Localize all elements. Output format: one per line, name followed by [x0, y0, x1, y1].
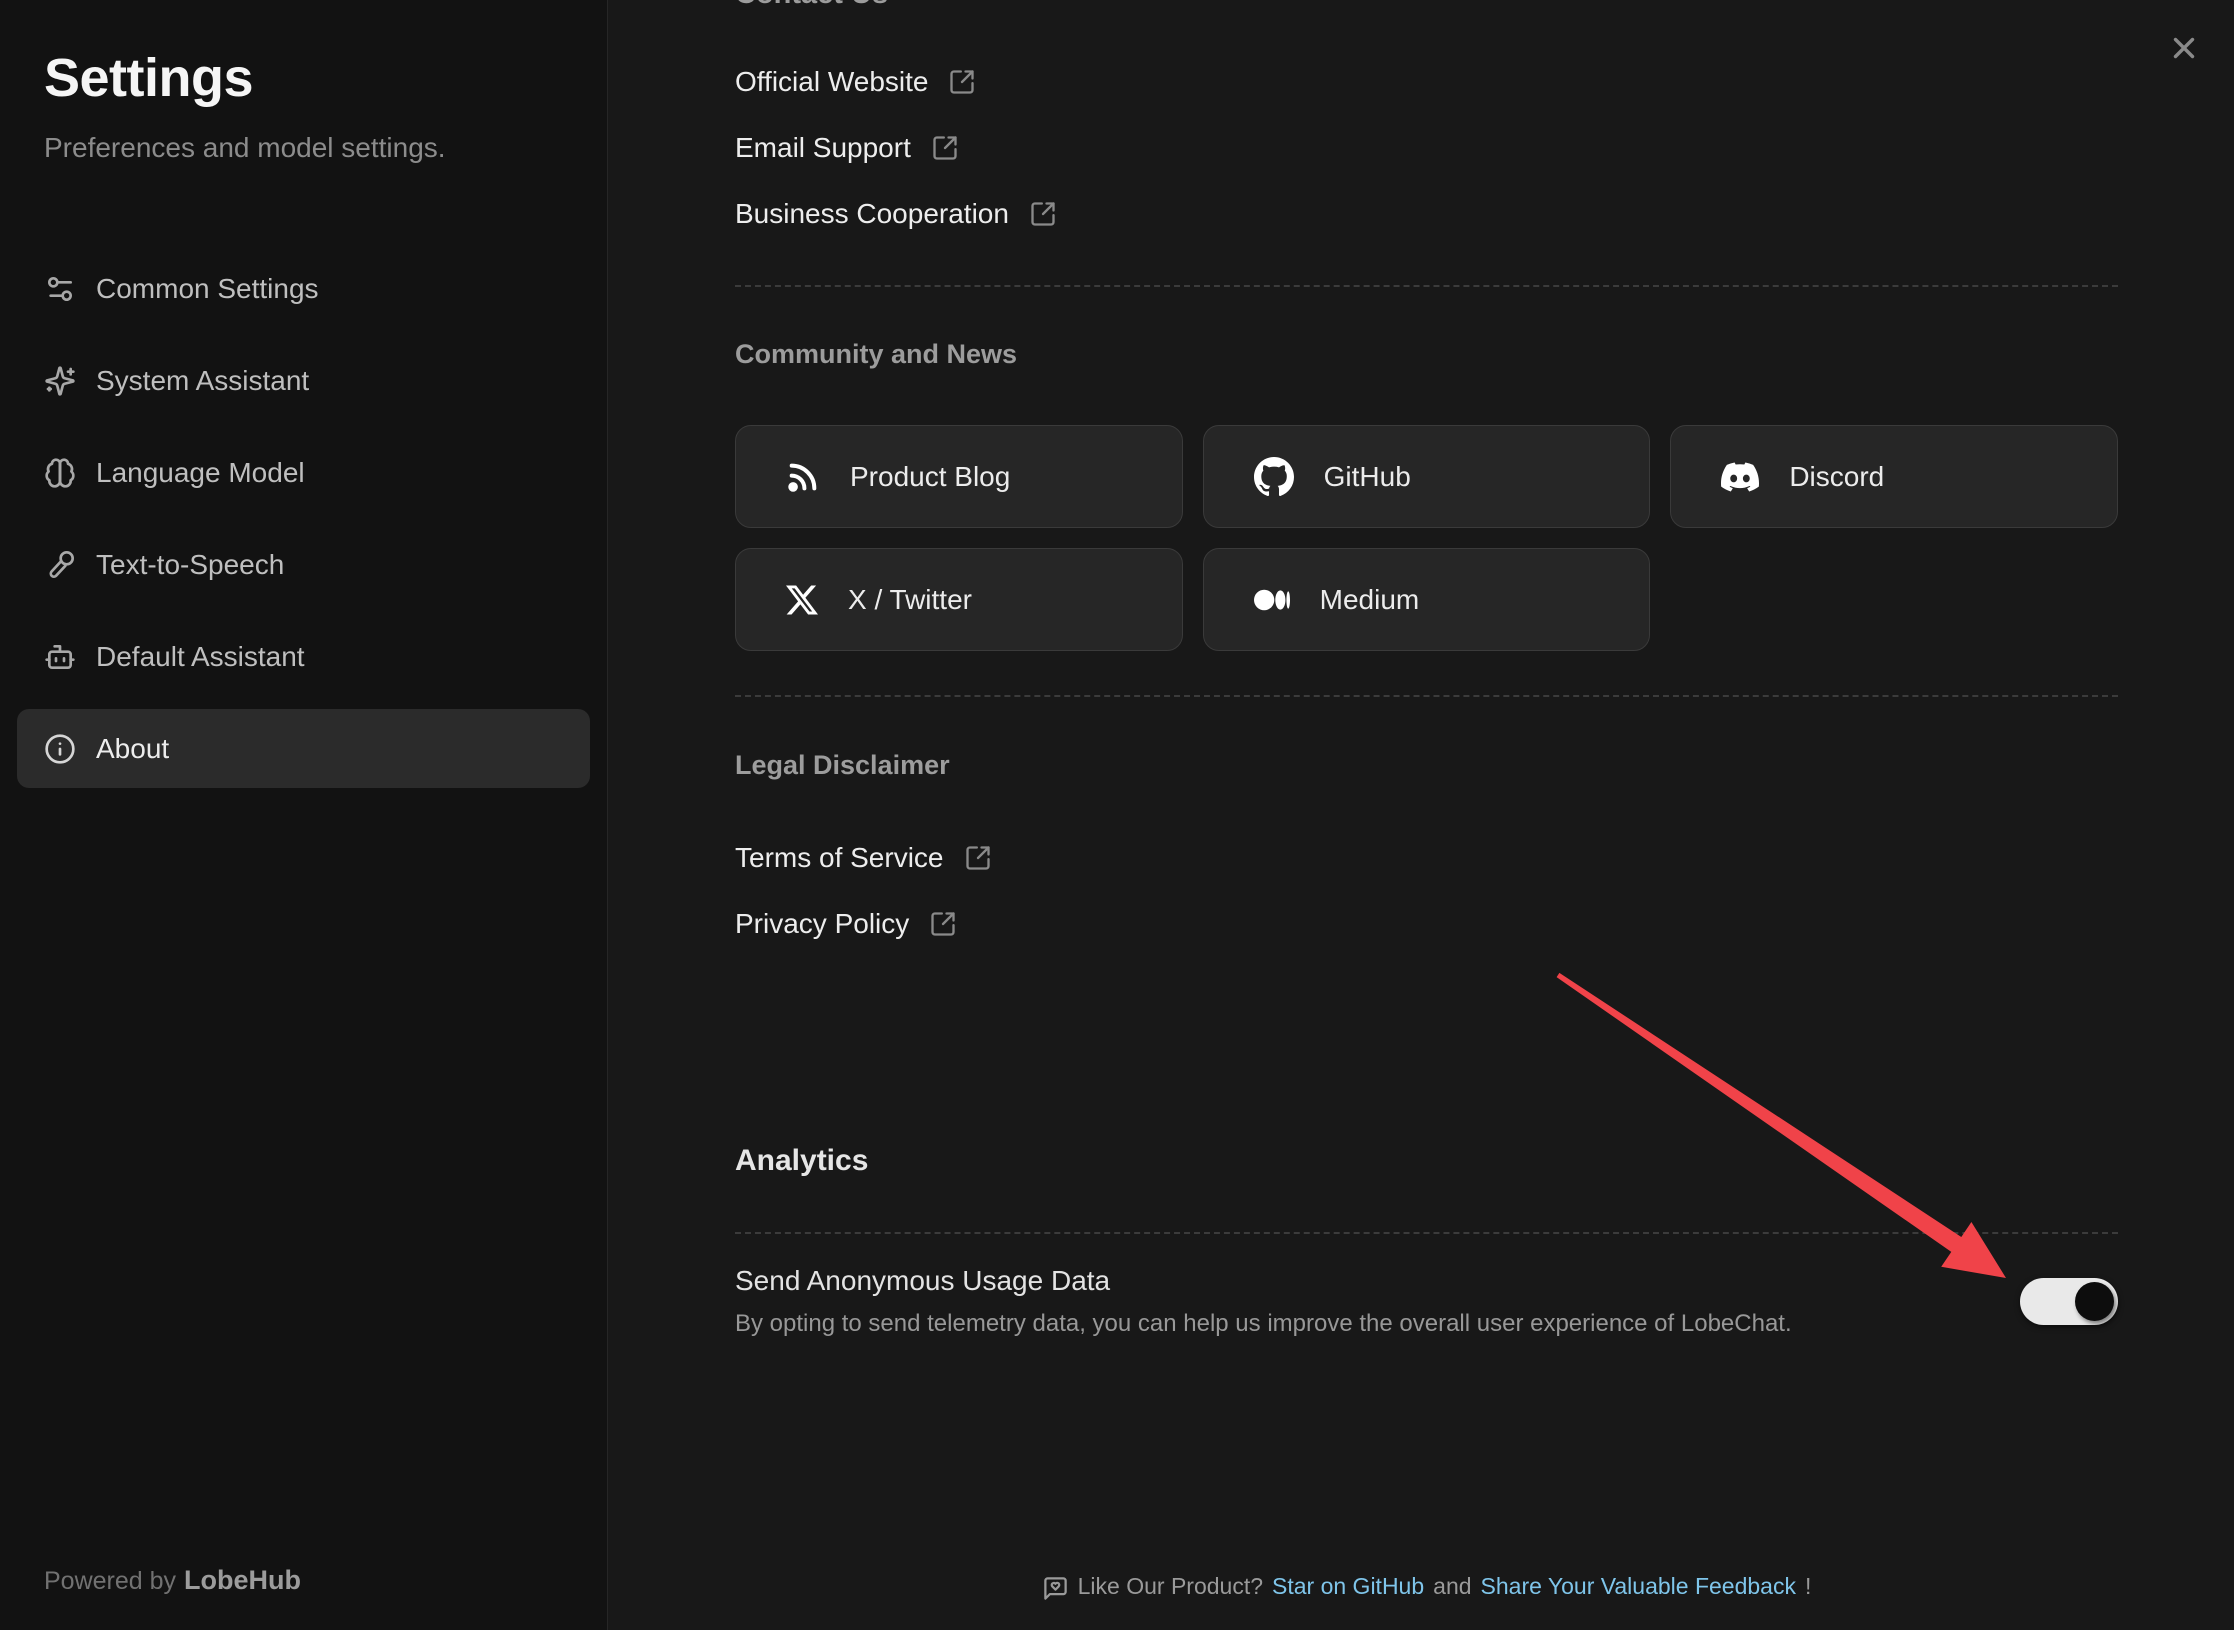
brain-icon — [44, 457, 76, 489]
divider — [735, 1232, 2118, 1234]
sidebar-item-common-settings[interactable]: Common Settings — [17, 249, 590, 328]
legal-heading: Legal Disclaimer — [735, 745, 2118, 785]
footer-text: and — [1433, 1573, 1471, 1600]
business-cooperation-link[interactable]: Business Cooperation — [735, 181, 1057, 247]
powered-by-text: Powered by — [44, 1567, 176, 1595]
page-title: Settings — [44, 44, 563, 112]
sliders-icon — [44, 273, 76, 305]
toggle-label: Send Anonymous Usage Data — [735, 1263, 1792, 1299]
medium-icon — [1254, 582, 1290, 618]
toggle-knob — [2075, 1282, 2114, 1321]
contact-us-heading: Contact Us — [735, 0, 2118, 10]
sidebar-item-label: Default Assistant — [96, 641, 305, 673]
send-usage-data-row: Send Anonymous Usage Data By opting to s… — [735, 1263, 2118, 1339]
bot-icon — [44, 641, 76, 673]
contact-links: Official Website Email Support Business … — [735, 49, 2118, 247]
sidebar-item-label: About — [96, 733, 169, 765]
sidebar-item-label: Text-to-Speech — [96, 549, 284, 581]
close-button[interactable] — [2160, 24, 2208, 72]
feedback-footer: Like Our Product? Star on GitHub and Sha… — [735, 1573, 2118, 1600]
sidebar-item-label: Language Model — [96, 457, 305, 489]
divider — [735, 695, 2118, 697]
email-support-link[interactable]: Email Support — [735, 115, 959, 181]
info-icon — [44, 733, 76, 765]
legal-links: Terms of Service Privacy Policy — [735, 825, 2118, 957]
external-link-icon — [931, 134, 959, 162]
privacy-policy-link[interactable]: Privacy Policy — [735, 891, 957, 957]
card-label: Product Blog — [850, 461, 1010, 493]
sidebar-item-about[interactable]: About — [17, 709, 590, 788]
external-link-icon — [948, 68, 976, 96]
about-panel: Contact Us Official Website Email Suppor… — [608, 0, 2234, 1630]
footer-text: Like Our Product? — [1078, 1573, 1263, 1600]
x-logo-icon — [786, 584, 818, 616]
official-website-link[interactable]: Official Website — [735, 49, 976, 115]
message-heart-icon — [1042, 1575, 1069, 1602]
community-heading: Community and News — [735, 334, 2118, 374]
external-link-icon — [929, 910, 957, 938]
sidebar-item-system-assistant[interactable]: System Assistant — [17, 341, 590, 420]
card-label: X / Twitter — [848, 584, 972, 616]
page-subtitle: Preferences and model settings. — [44, 130, 563, 166]
star-on-github-link[interactable]: Star on GitHub — [1272, 1573, 1424, 1600]
github-icon — [1254, 457, 1294, 497]
github-card[interactable]: GitHub — [1203, 425, 1651, 528]
link-label: Privacy Policy — [735, 908, 909, 940]
external-link-icon — [964, 844, 992, 872]
link-label: Terms of Service — [735, 842, 944, 874]
settings-nav: Common Settings System Assistant Languag… — [17, 249, 590, 788]
settings-sidebar: Settings Preferences and model settings.… — [0, 0, 608, 1630]
sidebar-item-text-to-speech[interactable]: Text-to-Speech — [17, 525, 590, 604]
analytics-heading: Analytics — [735, 1139, 2118, 1183]
sidebar-item-default-assistant[interactable]: Default Assistant — [17, 617, 590, 696]
toggle-description: By opting to send telemetry data, you ca… — [735, 1309, 1792, 1339]
mic-icon — [44, 549, 76, 581]
share-feedback-link[interactable]: Share Your Valuable Feedback — [1481, 1573, 1796, 1600]
sidebar-item-label: System Assistant — [96, 365, 309, 397]
footer-text: ! — [1805, 1573, 1811, 1600]
community-cards: Product Blog GitHub Discord X / Twitter … — [735, 425, 2118, 651]
sparkles-icon — [44, 365, 76, 397]
send-usage-data-text: Send Anonymous Usage Data By opting to s… — [735, 1263, 1792, 1339]
x-twitter-card[interactable]: X / Twitter — [735, 548, 1183, 651]
discord-icon — [1721, 458, 1759, 496]
divider — [735, 285, 2118, 287]
terms-of-service-link[interactable]: Terms of Service — [735, 825, 992, 891]
medium-card[interactable]: Medium — [1203, 548, 1651, 651]
close-icon — [2167, 31, 2201, 65]
sidebar-item-label: Common Settings — [96, 273, 319, 305]
external-link-icon — [1029, 200, 1057, 228]
lobehub-brand: LobeHub — [184, 1565, 301, 1595]
link-label: Business Cooperation — [735, 198, 1009, 230]
send-usage-toggle[interactable] — [2020, 1278, 2118, 1325]
link-label: Official Website — [735, 66, 928, 98]
product-blog-card[interactable]: Product Blog — [735, 425, 1183, 528]
card-label: GitHub — [1324, 461, 1411, 493]
powered-by: Powered by LobeHub — [44, 1565, 301, 1596]
discord-card[interactable]: Discord — [1670, 425, 2118, 528]
link-label: Email Support — [735, 132, 911, 164]
card-label: Medium — [1320, 584, 1420, 616]
rss-icon — [786, 460, 820, 494]
sidebar-item-language-model[interactable]: Language Model — [17, 433, 590, 512]
card-label: Discord — [1789, 461, 1884, 493]
